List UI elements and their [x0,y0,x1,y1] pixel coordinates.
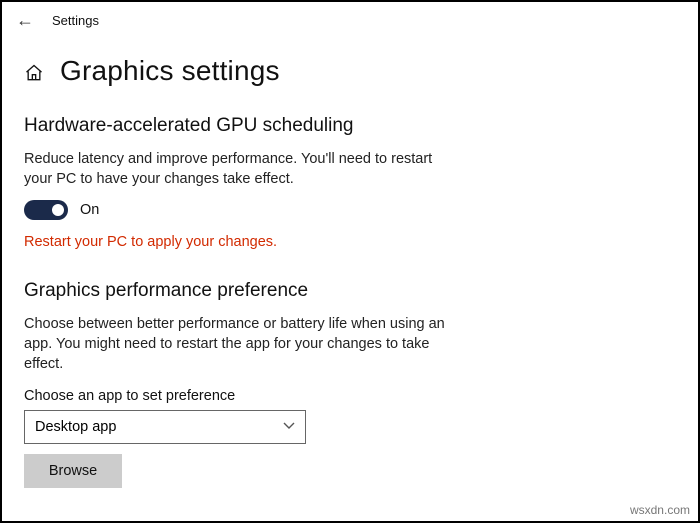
perf-preference-description: Choose between better performance or bat… [24,314,454,375]
app-select-label: Choose an app to set preference [24,388,678,404]
back-arrow-icon[interactable]: ← [16,10,34,31]
page-title: Graphics settings [60,55,280,87]
toggle-knob-icon [52,204,64,216]
gpu-scheduling-toggle[interactable] [24,200,68,220]
page-title-row: Graphics settings [24,55,678,87]
header-bar: ← Settings [2,2,698,35]
content-area: Graphics settings Hardware-accelerated G… [2,35,698,508]
home-icon[interactable] [24,63,44,83]
gpu-toggle-state-label: On [80,202,99,218]
app-type-select[interactable]: Desktop app [24,410,306,444]
gpu-toggle-row: On [24,200,678,220]
app-type-selected-value: Desktop app [35,419,116,435]
watermark-text: wsxdn.com [630,503,690,517]
gpu-scheduling-description: Reduce latency and improve performance. … [24,149,454,190]
restart-warning: Restart your PC to apply your changes. [24,234,678,250]
browse-button[interactable]: Browse [24,454,122,488]
app-title: Settings [52,13,99,28]
gpu-scheduling-heading: Hardware-accelerated GPU scheduling [24,115,678,137]
chevron-down-icon [283,421,295,433]
perf-preference-heading: Graphics performance preference [24,280,678,302]
